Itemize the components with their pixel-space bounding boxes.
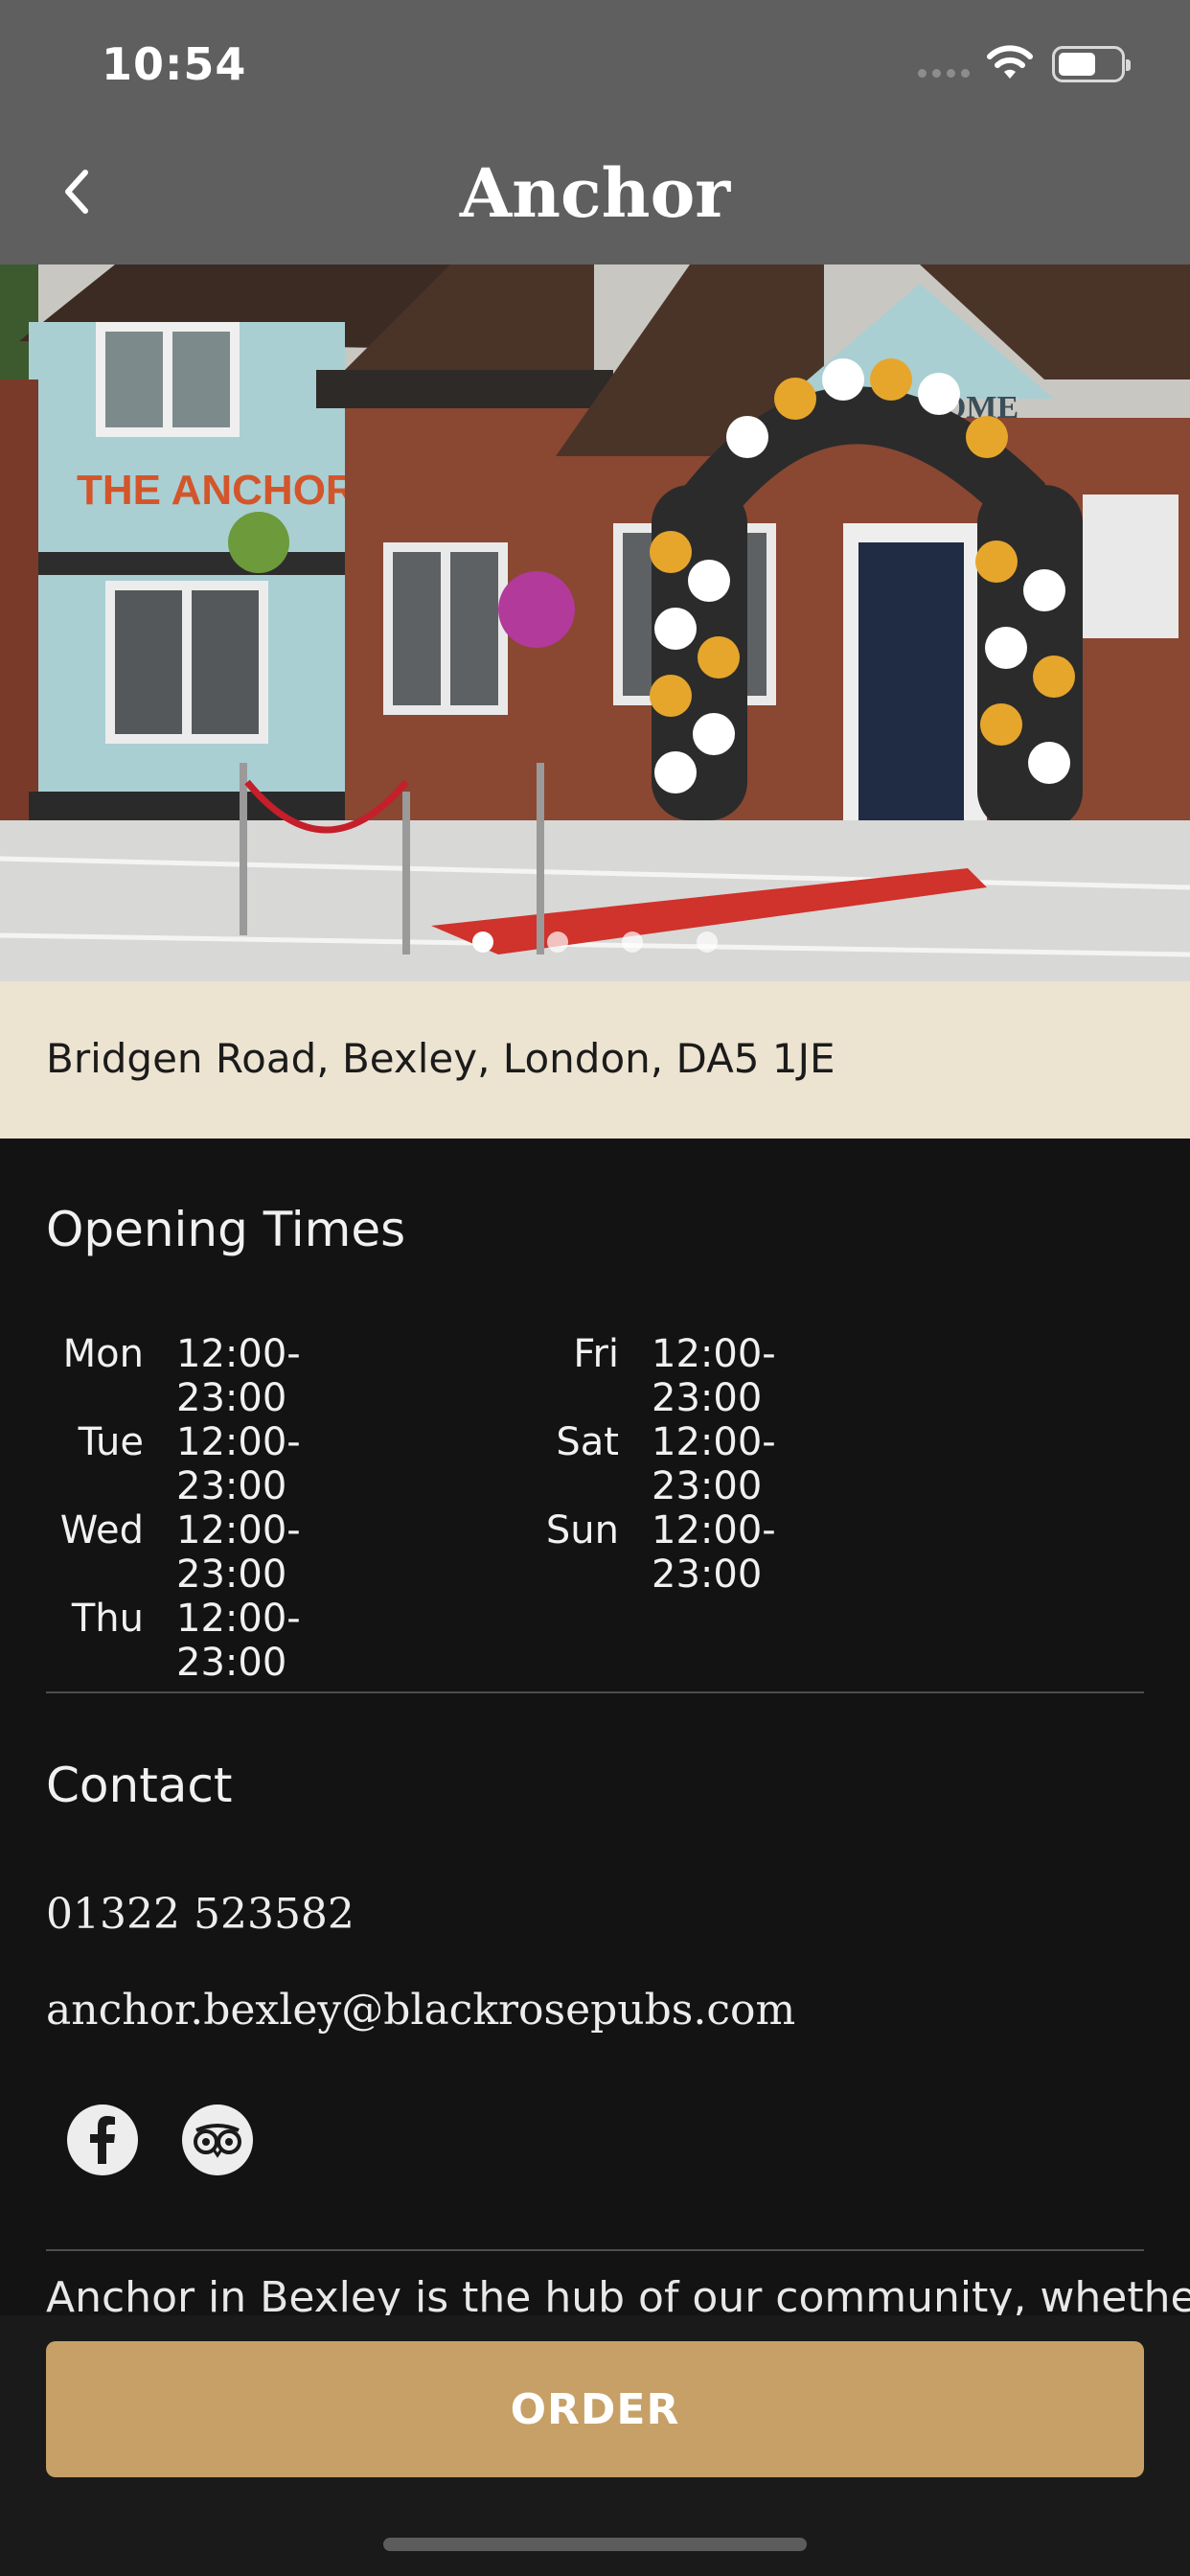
hours-time: 12:00-23:00 — [176, 1332, 301, 1420]
pub-exterior-photo: THE ANCHOR WELCOME — [0, 264, 1190, 981]
hours-time: 12:00-23:00 — [176, 1420, 301, 1508]
tripadvisor-icon — [194, 2124, 241, 2158]
phone-link[interactable]: 01322 523582 — [46, 1890, 355, 1939]
hours-day: Mon — [62, 1332, 144, 1376]
address-bar[interactable]: Bridgen Road, Bexley, London, DA5 1JE — [0, 981, 1190, 1138]
battery-icon — [1052, 46, 1131, 82]
contact-heading: Contact — [46, 1758, 233, 1813]
hours-time: 12:00-23:00 — [652, 1508, 776, 1597]
carousel-dot[interactable] — [472, 932, 493, 953]
hours-day: Sat — [556, 1420, 619, 1464]
email-link[interactable]: anchor.bexley@blackrosepubs.com — [46, 1986, 795, 2035]
carousel-dot[interactable] — [622, 932, 643, 953]
top-bar: 10:54 Anchor — [0, 0, 1190, 264]
order-button[interactable]: ORDER — [46, 2341, 1144, 2477]
svg-text:THE ANCHOR: THE ANCHOR — [77, 467, 356, 514]
cellular-signal-icon — [918, 69, 970, 78]
facebook-icon — [90, 2116, 115, 2164]
carousel-indicator[interactable] — [0, 932, 1190, 953]
page-title: Anchor — [459, 153, 731, 233]
hours-day: Thu — [71, 1597, 144, 1641]
carousel-dot[interactable] — [547, 932, 568, 953]
wifi-icon — [987, 45, 1033, 79]
hero-image-carousel[interactable]: THE ANCHOR WELCOME — [0, 264, 1190, 981]
hours-day: Fri — [573, 1332, 619, 1376]
opening-times-heading: Opening Times — [46, 1202, 406, 1257]
hours-day: Sun — [545, 1508, 619, 1552]
carousel-dot[interactable] — [697, 932, 718, 953]
status-time: 10:54 — [102, 38, 247, 90]
home-indicator[interactable] — [383, 2538, 807, 2551]
hours-time: 12:00-23:00 — [176, 1508, 301, 1597]
facebook-button[interactable] — [67, 2104, 138, 2175]
hours-time: 12:00-23:00 — [652, 1332, 776, 1420]
address-text: Bridgen Road, Bexley, London, DA5 1JE — [46, 1035, 835, 1082]
hours-time: 12:00-23:00 — [652, 1420, 776, 1508]
section-divider — [46, 1691, 1144, 1693]
section-divider — [46, 2249, 1144, 2251]
hours-day: Tue — [78, 1420, 144, 1464]
hours-day: Wed — [59, 1508, 144, 1552]
hours-time: 12:00-23:00 — [176, 1597, 301, 1685]
tripadvisor-button[interactable] — [182, 2104, 253, 2175]
